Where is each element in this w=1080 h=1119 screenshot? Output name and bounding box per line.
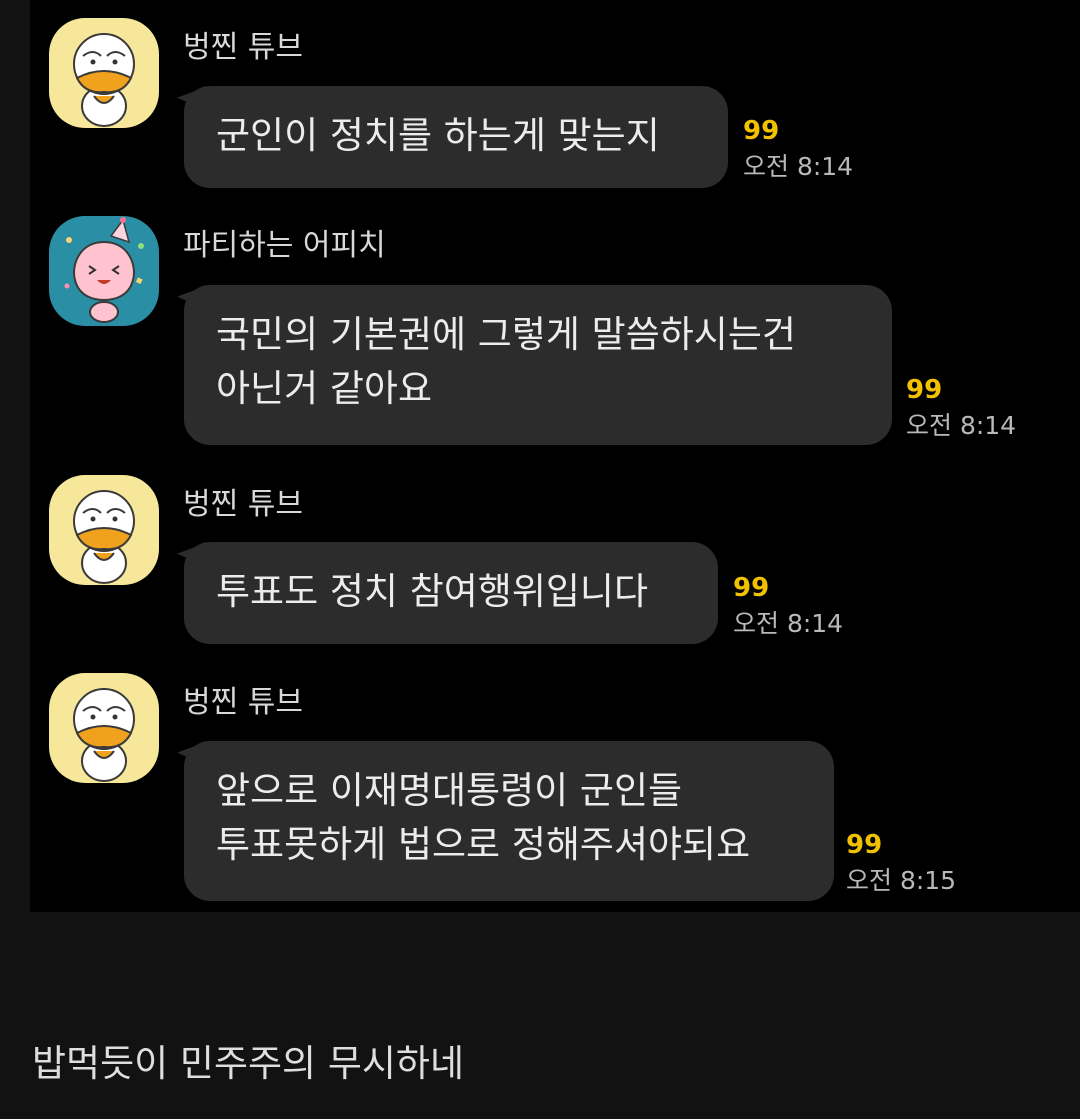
tube-duck-avatar-icon[interactable] [49, 18, 159, 128]
chat-panel: 벙찐 튜브 군인이 정치를 하는게 맞는지 99 오전 8:14 파티하는 어피… [30, 0, 1080, 912]
sender-name: 벙찐 튜브 [183, 685, 303, 720]
message-meta: 99 오전 8:14 [743, 116, 853, 184]
message-bubble[interactable]: 국민의 기본권에 그렇게 말씀하시는건 아닌거 같아요 [184, 285, 892, 445]
unread-count: 99 [743, 116, 780, 146]
message-text: 군인이 정치를 하는게 맞는지 [216, 114, 660, 157]
message-time: 오전 8:14 [743, 152, 854, 181]
tube-duck-avatar-icon[interactable] [49, 673, 159, 783]
unread-count: 99 [906, 375, 943, 405]
sender-name: 벙찐 튜브 [183, 487, 303, 522]
tube-duck-avatar-icon[interactable] [49, 475, 159, 585]
sender-name: 파티하는 어피치 [183, 228, 386, 263]
message-meta: 99 오전 8:15 [846, 830, 956, 898]
party-apeach-avatar-icon[interactable] [49, 216, 159, 326]
message-time: 오전 8:15 [846, 866, 957, 895]
sender-name: 벙찐 튜브 [183, 30, 303, 65]
message-text: 아닌거 같아요 [216, 367, 433, 410]
message-text: 앞으로 이재명대통령이 군인들 [216, 769, 683, 812]
message-time: 오전 8:14 [733, 609, 844, 638]
post-caption: 밥먹듯이 민주주의 무시하네 [32, 1042, 465, 1085]
message-bubble[interactable]: 투표도 정치 참여행위입니다 [184, 542, 718, 644]
message-bubble[interactable]: 군인이 정치를 하는게 맞는지 [184, 86, 728, 188]
message-meta: 99 오전 8:14 [906, 375, 1016, 443]
message-meta: 99 오전 8:14 [733, 573, 843, 641]
message-text: 투표도 정치 참여행위입니다 [216, 570, 649, 613]
message-text: 투표못하게 법으로 정해주셔야되요 [216, 823, 751, 866]
unread-count: 99 [733, 573, 770, 603]
message-time: 오전 8:14 [906, 411, 1017, 440]
message-text: 국민의 기본권에 그렇게 말씀하시는건 [216, 313, 796, 356]
unread-count: 99 [846, 830, 883, 860]
message-bubble[interactable]: 앞으로 이재명대통령이 군인들 투표못하게 법으로 정해주셔야되요 [184, 741, 834, 901]
